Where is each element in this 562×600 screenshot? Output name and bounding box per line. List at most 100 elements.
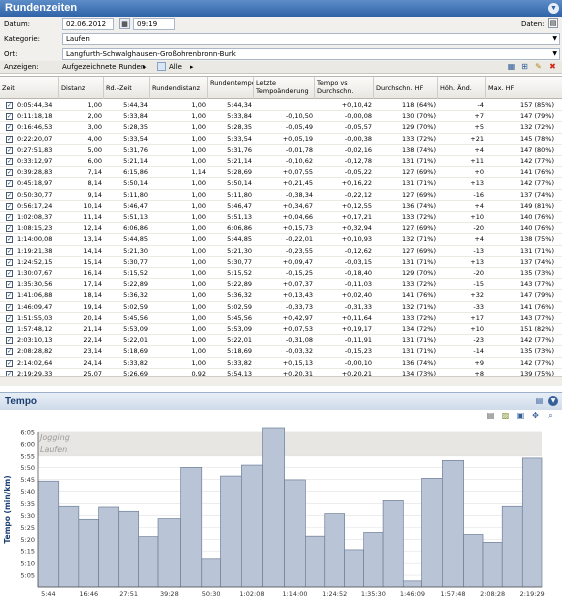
table-cell: -14 — [473, 347, 484, 356]
table-cell: 14,14 — [83, 246, 102, 255]
table-cell: +0,07,37 — [282, 280, 313, 289]
row-checkbox[interactable]: ✓ — [6, 247, 13, 255]
chevron-down-icon[interactable]: ▼ — [548, 396, 558, 406]
chart-table-icon[interactable]: ▤ — [486, 411, 495, 420]
table-cell: 1,00 — [191, 313, 206, 322]
row-checkbox[interactable]: ✓ — [6, 146, 13, 154]
filter-selector[interactable]: Alle — [169, 63, 182, 71]
tempo-bar — [521, 457, 543, 588]
header-rundentempo[interactable]: Rundentempo — [208, 77, 254, 99]
table-cell: 142 (77%) — [520, 157, 554, 165]
edit-pencil-icon[interactable]: ✎ — [534, 62, 543, 71]
row-checkbox[interactable]: ✓ — [6, 102, 13, 109]
calendar-icon[interactable]: ▦ — [119, 18, 130, 29]
table-row[interactable]: ✓ 1:19:21,38 14,14 5:21,30 1,00 5:21,30 -0,23,… — [0, 246, 562, 257]
table-row[interactable]: ✓ 2:03:10,13 22,14 5:22,01 1,00 5:22,01 -0,31,… — [0, 335, 562, 347]
header-max-hf[interactable]: Max. HF — [486, 77, 562, 99]
table-row[interactable]: ✓ 0:22:20,07 4,00 5:33,54 1,00 5:33,54 +0,05,1… — [0, 134, 562, 145]
row-checkbox[interactable]: ✓ — [6, 303, 13, 311]
table-cell: 1:08:15,23 — [17, 224, 53, 233]
chart-image-icon[interactable]: ▨ — [501, 411, 510, 420]
tempo-chart[interactable]: Jogging Laufen 5:05 5:10 5:15 5:20 5:25 5:30 5:3… — [0, 422, 562, 600]
table-cell: +4 — [474, 235, 484, 244]
table-row[interactable]: ✓ 1:24:52,15 15,14 5:30,77 1,00 5:30,77 +0,09,… — [0, 257, 562, 268]
horizontal-scrollbar[interactable] — [0, 376, 562, 386]
table-row[interactable]: ✓ 1:46:09,47 19,14 5:02,59 1,00 5:02,59 -0,33,… — [0, 302, 562, 313]
table-cell: +0,07,53 — [282, 325, 313, 333]
header-tempo-vs-durchschn[interactable]: Tempo vs Durchschn. — [315, 77, 374, 99]
data-menu-icon[interactable]: ▤ — [548, 18, 558, 28]
row-checkbox[interactable]: ✓ — [6, 292, 13, 300]
row-checkbox[interactable]: ✓ — [6, 281, 13, 289]
row-checkbox[interactable]: ✓ — [6, 225, 13, 233]
table-cell: 1,00 — [191, 157, 206, 165]
row-checkbox[interactable]: ✓ — [6, 169, 13, 177]
view-selector[interactable]: Aufgezeichnete Runden — [62, 63, 145, 71]
row-checkbox[interactable]: ✓ — [6, 337, 13, 345]
row-checkbox[interactable]: ✓ — [6, 124, 13, 132]
save-icon[interactable]: ▣ — [516, 411, 525, 420]
date-field[interactable]: 02.06.2012 — [62, 18, 114, 30]
header-zeit[interactable]: Zeit — [0, 77, 59, 99]
pan-icon[interactable]: ✥ — [531, 411, 540, 420]
table-row[interactable]: ✓ 0:33:12,97 6,00 5:21,14 1,00 5:21,14 -0,10,6… — [0, 156, 562, 168]
header-letzte-tempoaenderung[interactable]: Letzte Tempoänderung — [254, 77, 315, 99]
panel-layout-icon[interactable]: ▤ — [535, 396, 544, 405]
row-checkbox[interactable]: ✓ — [6, 258, 13, 266]
table-row[interactable]: ✓ 1:14:00,08 13,14 5:44,85 1,00 5:44,85 -0,22,… — [0, 234, 562, 246]
row-checkbox[interactable]: ✓ — [6, 158, 13, 165]
row-checkbox[interactable]: ✓ — [6, 236, 13, 244]
table-row[interactable]: ✓ 2:14:02,64 24,14 5:33,82 1,00 5:33,82 +0,15,… — [0, 358, 562, 369]
row-checkbox[interactable]: ✓ — [6, 326, 13, 333]
table-view-icon[interactable]: ▦ — [507, 62, 516, 71]
table-row[interactable]: ✓ 1:08:15,23 12,14 6:06,86 1,00 6:06,86 +0,15,… — [0, 223, 562, 235]
row-checkbox[interactable]: ✓ — [6, 180, 13, 188]
table-row[interactable]: ✓ 0:39:28,83 7,14 6:15,86 1,14 5:28,69 +0,07,5… — [0, 167, 562, 179]
table-row[interactable]: ✓ 0:27:51,83 5,00 5:31,76 1,00 5:31,76 -0,01,7… — [0, 145, 562, 156]
header-hoeh-aend[interactable]: Höh. Änd. — [438, 77, 486, 99]
table-row[interactable]: ✓ 1:51:55,03 20,14 5:45,56 1,00 5:45,56 +0,42,… — [0, 313, 562, 324]
table-row[interactable]: ✓ 2:19:29,33 25,07 5:26,69 0,92 5:54,13 +0,20,… — [0, 369, 562, 376]
table-row[interactable]: ✓ 1:02:08,37 11,14 5:51,13 1,00 5:51,13 +0,04,… — [0, 212, 562, 224]
tempo-bar — [241, 464, 263, 588]
table-row[interactable]: ✓ 1:41:06,88 18,14 5:36,32 1,00 5:36,32 +0,13,… — [0, 290, 562, 302]
table-row[interactable]: ✓ 0:05:44,34 1,00 5:44,34 1,00 5:44,34 +0,10,4… — [0, 100, 562, 112]
row-checkbox[interactable]: ✓ — [6, 270, 13, 277]
table-row[interactable]: ✓ 2:08:28,82 23,14 5:18,69 1,00 5:18,69 -0,03,… — [0, 346, 562, 358]
table-cell: +0,20,31 — [282, 369, 313, 376]
delete-icon[interactable]: ✖ — [548, 62, 557, 71]
table-row[interactable]: ✓ 0:45:18,97 8,14 5:50,14 1,00 5:50,14 +0,21,4… — [0, 178, 562, 190]
laps-table: Zeit Distanz Rd.-Zeit Rundendistanz Rund… — [0, 76, 562, 376]
header-rd-zeit[interactable]: Rd.-Zeit — [104, 77, 150, 99]
row-checkbox[interactable]: ✓ — [6, 202, 13, 210]
table-row[interactable]: ✓ 1:57:48,12 21,14 5:53,09 1,00 5:53,09 +0,07,… — [0, 324, 562, 336]
kategorie-select[interactable]: Laufen ▼ — [62, 33, 560, 45]
table-row[interactable]: ✓ 0:50:30,77 9,14 5:11,80 1,00 5:11,80 -0,38,3… — [0, 190, 562, 201]
table-cell: -0,03,32 — [285, 347, 313, 356]
table-cell: 5:21,14 — [123, 157, 148, 165]
table-row[interactable]: ✓ 0:56:17,24 10,14 5:46,47 1,00 5:46,47 +0,34,… — [0, 201, 562, 212]
table-cell: 5:21,14 — [227, 157, 252, 165]
table-cell: 1,00 — [191, 190, 206, 199]
time-field[interactable]: 09:19 — [133, 18, 175, 30]
row-checkbox[interactable]: ✓ — [6, 314, 13, 322]
row-checkbox[interactable]: ✓ — [6, 359, 13, 367]
row-checkbox[interactable]: ✓ — [6, 113, 13, 121]
table-row[interactable]: ✓ 1:30:07,67 16,14 5:15,52 1,00 5:15,52 -0,15,… — [0, 268, 562, 280]
header-durchschn-hf[interactable]: Durchschn. HF — [374, 77, 438, 99]
row-checkbox[interactable]: ✓ — [6, 348, 13, 356]
table-row[interactable]: ✓ 1:35:30,56 17,14 5:22,89 1,00 5:22,89 +0,07,… — [0, 279, 562, 291]
header-rundendistanz[interactable]: Rundendistanz — [150, 77, 208, 99]
table-cell: -0,22,12 — [344, 190, 372, 199]
table-cell: 1,00 — [191, 123, 206, 132]
row-checkbox[interactable]: ✓ — [6, 135, 13, 143]
row-checkbox[interactable]: ✓ — [6, 214, 13, 221]
header-distanz[interactable]: Distanz — [59, 77, 104, 99]
ort-select[interactable]: Langfurth-Schwalghausen-Großohrenbronn-B… — [62, 48, 560, 60]
add-lap-icon[interactable]: ⊞ — [520, 62, 529, 71]
zoom-icon[interactable]: ⌕ — [546, 411, 555, 420]
table-row[interactable]: ✓ 0:11:18,18 2,00 5:33,84 1,00 5:33,84 -0,10,5… — [0, 111, 562, 123]
row-checkbox[interactable]: ✓ — [6, 191, 13, 199]
table-row[interactable]: ✓ 0:16:46,53 3,00 5:28,35 1,00 5:28,35 -0,05,4… — [0, 122, 562, 134]
chevron-down-icon[interactable]: ▼ — [548, 3, 559, 14]
